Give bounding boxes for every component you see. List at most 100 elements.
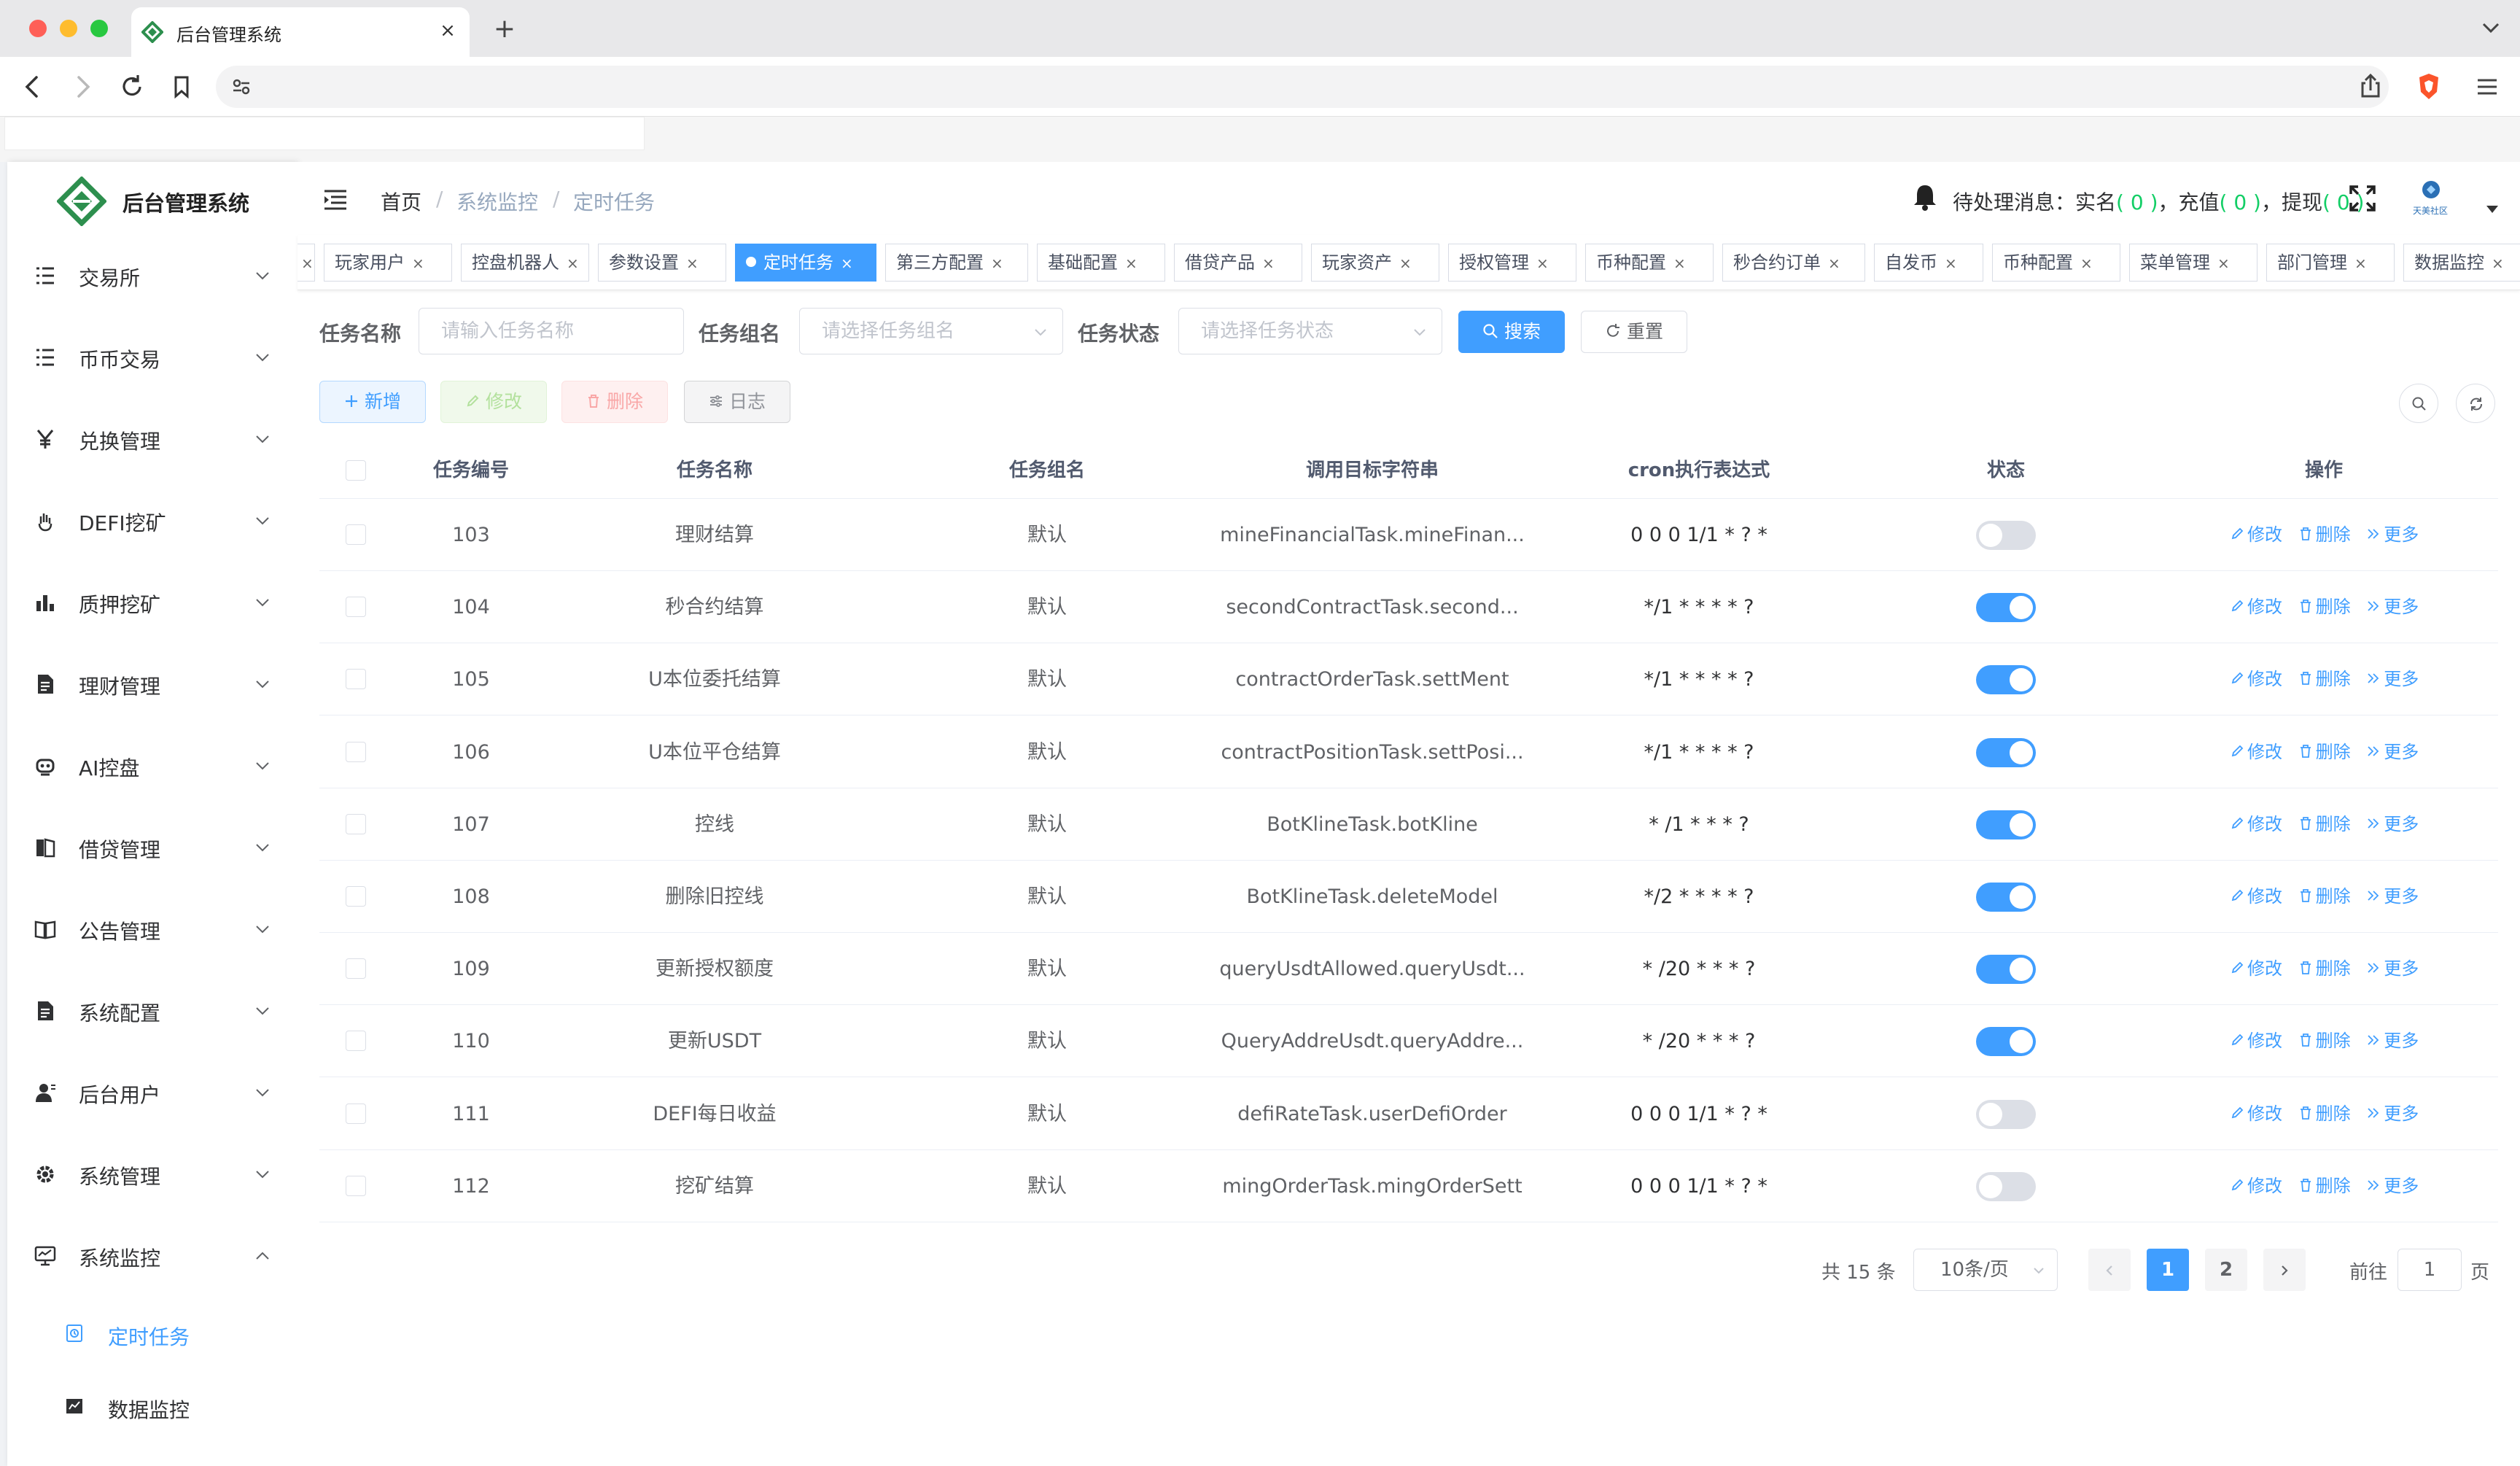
row-delete-button[interactable]: 删除 bbox=[2298, 1150, 2351, 1222]
row-delete-button[interactable]: 删除 bbox=[2298, 1005, 2351, 1077]
status-switch[interactable] bbox=[1976, 737, 2036, 767]
close-icon[interactable]: × bbox=[1262, 245, 1275, 282]
job-name-input[interactable]: 请输入任务名称 bbox=[419, 308, 684, 354]
row-edit-button[interactable]: 修改 bbox=[2230, 716, 2282, 788]
minimize-window-button[interactable] bbox=[60, 20, 77, 37]
tag-item[interactable]: × bbox=[298, 244, 315, 282]
forward-icon[interactable] bbox=[66, 70, 99, 104]
job-status-select[interactable]: 请选择任务状态 bbox=[1178, 308, 1442, 354]
new-tab-button[interactable]: + bbox=[489, 13, 521, 45]
status-switch[interactable] bbox=[1976, 1171, 2036, 1201]
close-icon[interactable]: × bbox=[1125, 245, 1138, 282]
row-more-button[interactable]: 更多 bbox=[2366, 1150, 2419, 1222]
tag-item[interactable]: 定时任务 × bbox=[735, 244, 876, 282]
row-edit-button[interactable]: 修改 bbox=[2230, 861, 2282, 933]
row-edit-button[interactable]: 修改 bbox=[2230, 1005, 2282, 1077]
add-button[interactable]: 新增 bbox=[319, 381, 426, 423]
row-more-button[interactable]: 更多 bbox=[2366, 571, 2419, 643]
row-delete-button[interactable]: 删除 bbox=[2298, 716, 2351, 788]
maximize-window-button[interactable] bbox=[90, 20, 108, 37]
close-icon[interactable]: × bbox=[2492, 245, 2504, 282]
close-icon[interactable]: × bbox=[2354, 245, 2367, 282]
tag-item[interactable]: 数据监控 × bbox=[2403, 244, 2520, 282]
sidebar-subitem[interactable]: 数据监控 bbox=[7, 1370, 298, 1443]
row-checkbox[interactable] bbox=[346, 597, 366, 618]
tag-item[interactable]: 基础配置 × bbox=[1037, 244, 1165, 282]
row-edit-button[interactable]: 修改 bbox=[2230, 643, 2282, 715]
close-icon[interactable]: × bbox=[412, 245, 424, 282]
tag-item[interactable]: 玩家用户 × bbox=[324, 244, 452, 282]
row-more-button[interactable]: 更多 bbox=[2366, 499, 2419, 571]
row-checkbox[interactable] bbox=[346, 524, 366, 545]
close-window-button[interactable] bbox=[29, 20, 47, 37]
row-edit-button[interactable]: 修改 bbox=[2230, 1150, 2282, 1222]
bookmark-icon[interactable] bbox=[165, 70, 198, 104]
row-more-button[interactable]: 更多 bbox=[2366, 1005, 2419, 1077]
close-icon[interactable]: × bbox=[301, 245, 314, 282]
menu-icon[interactable] bbox=[2470, 70, 2504, 104]
reload-icon[interactable] bbox=[115, 70, 149, 104]
row-more-button[interactable]: 更多 bbox=[2366, 788, 2419, 861]
status-switch[interactable] bbox=[1976, 1027, 2036, 1057]
sidebar-item[interactable]: 公告管理 bbox=[7, 888, 298, 970]
row-checkbox[interactable] bbox=[346, 741, 366, 762]
row-delete-button[interactable]: 删除 bbox=[2298, 643, 2351, 715]
prev-page-button[interactable] bbox=[2088, 1249, 2131, 1291]
tag-item[interactable]: 控盘机器人 × bbox=[461, 244, 589, 282]
goto-page-input[interactable]: 1 bbox=[2398, 1249, 2462, 1291]
back-icon[interactable] bbox=[16, 70, 50, 104]
row-edit-button[interactable]: 修改 bbox=[2230, 499, 2282, 571]
sidebar-item[interactable]: 交易所 bbox=[7, 235, 298, 317]
row-edit-button[interactable]: 修改 bbox=[2230, 788, 2282, 861]
sidebar-item[interactable]: 系统监控 bbox=[7, 1215, 298, 1297]
sidebar-logo[interactable]: 后台管理系统 bbox=[7, 162, 298, 235]
row-delete-button[interactable]: 删除 bbox=[2298, 1078, 2351, 1150]
row-delete-button[interactable]: 删除 bbox=[2298, 933, 2351, 1005]
avatar[interactable]: 天美社区 bbox=[2405, 179, 2456, 223]
close-icon[interactable]: × bbox=[2080, 245, 2093, 282]
row-checkbox[interactable] bbox=[346, 813, 366, 834]
row-delete-button[interactable]: 删除 bbox=[2298, 788, 2351, 861]
close-icon[interactable]: × bbox=[567, 245, 579, 282]
pending-recharge-label[interactable]: ，充值 bbox=[2158, 190, 2220, 214]
close-icon[interactable]: × bbox=[841, 245, 853, 282]
edit-button[interactable]: 修改 bbox=[440, 381, 547, 423]
tab-list-chevron-icon[interactable] bbox=[2478, 15, 2504, 41]
next-page-button[interactable] bbox=[2263, 1249, 2306, 1291]
tag-item[interactable]: 借贷产品 × bbox=[1174, 244, 1302, 282]
row-more-button[interactable]: 更多 bbox=[2366, 716, 2419, 788]
tag-item[interactable]: 秒合约订单 × bbox=[1722, 244, 1865, 282]
sidebar-item[interactable]: 借贷管理 bbox=[7, 807, 298, 888]
row-more-button[interactable]: 更多 bbox=[2366, 1078, 2419, 1150]
status-switch[interactable] bbox=[1976, 955, 2036, 985]
tag-item[interactable]: 菜单管理 × bbox=[2129, 244, 2258, 282]
log-button[interactable]: 日志 bbox=[684, 381, 790, 423]
address-bar[interactable] bbox=[216, 66, 2389, 108]
close-icon[interactable]: × bbox=[1399, 245, 1412, 282]
status-switch[interactable] bbox=[1976, 521, 2036, 550]
row-checkbox[interactable] bbox=[346, 1175, 366, 1196]
reset-button[interactable]: 重置 bbox=[1581, 311, 1687, 353]
close-icon[interactable]: × bbox=[1536, 245, 1549, 282]
page-size-select[interactable]: 10条/页 bbox=[1913, 1249, 2058, 1291]
sidebar-subitem[interactable]: 定时任务 bbox=[7, 1297, 298, 1370]
row-checkbox[interactable] bbox=[346, 958, 366, 980]
breadcrumb-monitor[interactable]: 系统监控 bbox=[456, 187, 538, 216]
tag-item[interactable]: 自发币 × bbox=[1874, 244, 1983, 282]
breadcrumb-home[interactable]: 首页 bbox=[381, 187, 421, 216]
page-button-2[interactable]: 2 bbox=[2205, 1249, 2247, 1291]
row-checkbox[interactable] bbox=[346, 669, 366, 690]
delete-button[interactable]: 删除 bbox=[561, 381, 668, 423]
select-all-checkbox[interactable] bbox=[346, 460, 366, 481]
row-more-button[interactable]: 更多 bbox=[2366, 643, 2419, 715]
sidebar-item[interactable]: 系统配置 bbox=[7, 970, 298, 1052]
toggle-search-button[interactable] bbox=[2399, 384, 2438, 423]
row-checkbox[interactable] bbox=[346, 1031, 366, 1052]
sidebar-item[interactable]: DEFI挖矿 bbox=[7, 480, 298, 562]
page-button-1[interactable]: 1 bbox=[2147, 1249, 2189, 1291]
sidebar-item[interactable]: AI控盘 bbox=[7, 725, 298, 807]
tag-item[interactable]: 授权管理 × bbox=[1448, 244, 1576, 282]
row-more-button[interactable]: 更多 bbox=[2366, 861, 2419, 933]
close-icon[interactable]: × bbox=[2217, 245, 2230, 282]
row-checkbox[interactable] bbox=[346, 886, 366, 907]
